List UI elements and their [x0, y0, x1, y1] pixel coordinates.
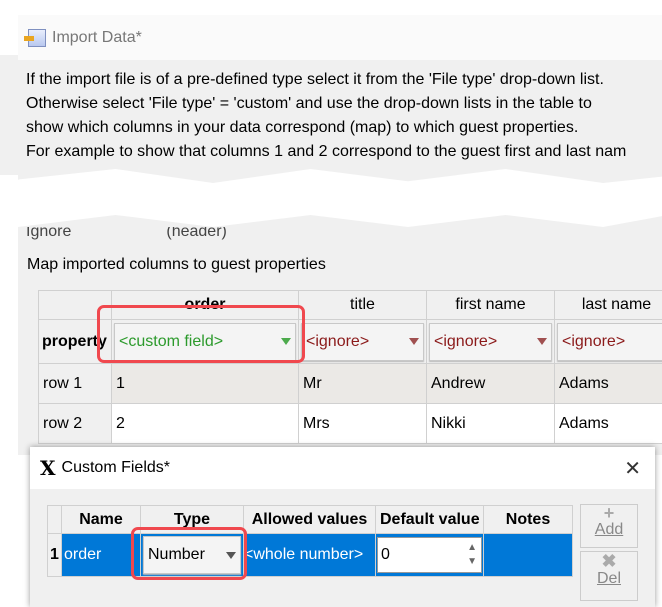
- app-x-icon: X: [40, 456, 56, 480]
- instruction-line: show which columns in your data correspo…: [26, 116, 660, 140]
- column-header: first name: [427, 291, 555, 320]
- spinner-value: 0: [381, 546, 390, 564]
- notes-cell[interactable]: [484, 534, 573, 577]
- header-label: (header): [166, 223, 226, 240]
- cell: Adams: [555, 364, 662, 404]
- add-button[interactable]: +Add: [580, 504, 638, 548]
- property-dropdown[interactable]: <ignore>: [301, 323, 424, 361]
- custom-fields-table: NameTypeAllowed valuesDefault valueNotes…: [47, 505, 573, 577]
- ignore-label: Ignore: [26, 223, 71, 240]
- column-header: Notes: [484, 506, 573, 534]
- row-number: 1: [48, 534, 62, 577]
- dropdown-value: <ignore>: [306, 333, 369, 351]
- cell: Adams: [555, 404, 662, 444]
- delete-x-icon: ✖: [581, 552, 637, 570]
- cell: Mrs: [299, 404, 427, 444]
- cell: Mr: [299, 364, 427, 404]
- title-bar: X Custom Fields* ✕: [30, 447, 655, 489]
- dropdown-value: <ignore>: [434, 333, 497, 351]
- default-value-spinner[interactable]: 0 ▲▼: [377, 537, 482, 573]
- column-header: title: [299, 291, 427, 320]
- del-label: Del: [597, 570, 621, 587]
- highlight-box: [131, 527, 247, 580]
- dropdown-arrow-icon: [537, 338, 547, 345]
- plus-icon: +: [581, 505, 637, 521]
- cell: 2: [112, 404, 299, 444]
- table-row[interactable]: row 22MrsNikkiAdams: [39, 404, 662, 444]
- name-cell[interactable]: order: [62, 534, 141, 577]
- column-header: last name: [555, 291, 662, 320]
- dialog-title: Import Data*: [52, 29, 142, 47]
- background-window: [0, 55, 18, 175]
- instruction-line: For example to show that columns 1 and 2…: [26, 140, 660, 164]
- dropdown-arrow-icon: [409, 338, 419, 345]
- custom-fields-dialog: X Custom Fields* ✕ NameTypeAllowed values…: [30, 447, 655, 607]
- property-dropdown[interactable]: <ignore>: [429, 323, 552, 361]
- cell: Andrew: [427, 364, 555, 404]
- add-label: Add: [595, 521, 623, 538]
- close-icon[interactable]: ✕: [624, 456, 641, 481]
- column-header: Default value: [376, 506, 484, 534]
- row-header: row 1: [39, 364, 112, 404]
- dialog-title: Custom Fields*: [62, 459, 170, 477]
- import-file-icon: [28, 29, 46, 47]
- import-dialog: Import Data* If the import file is of a …: [18, 15, 662, 190]
- cell: 1: [112, 364, 299, 404]
- instructions: If the import file is of a pre-defined t…: [18, 60, 662, 172]
- highlight-box: [97, 305, 305, 363]
- del-button[interactable]: ✖Del: [580, 551, 638, 601]
- dropdown-value: <ignore>: [562, 333, 625, 351]
- map-label: Map imported columns to guest properties: [27, 256, 326, 274]
- table-row[interactable]: row 11MrAndrewAdams: [39, 364, 662, 404]
- instruction-line: If the import file is of a pre-defined t…: [26, 68, 660, 92]
- cell: Nikki: [427, 404, 555, 444]
- instruction-line: Otherwise select 'File type' = 'custom' …: [26, 92, 660, 116]
- allowed-values-cell[interactable]: <whole number>: [244, 534, 376, 577]
- row-header: row 2: [39, 404, 112, 444]
- table-row[interactable]: 1 order Number <whole number> 0▲▼: [48, 534, 573, 577]
- column-header: Name: [62, 506, 141, 534]
- property-dropdown[interactable]: <ignore>: [557, 323, 662, 361]
- column-header: Allowed values: [244, 506, 376, 534]
- title-bar: Import Data*: [18, 15, 662, 60]
- spinner-arrows-icon[interactable]: ▲▼: [467, 541, 481, 569]
